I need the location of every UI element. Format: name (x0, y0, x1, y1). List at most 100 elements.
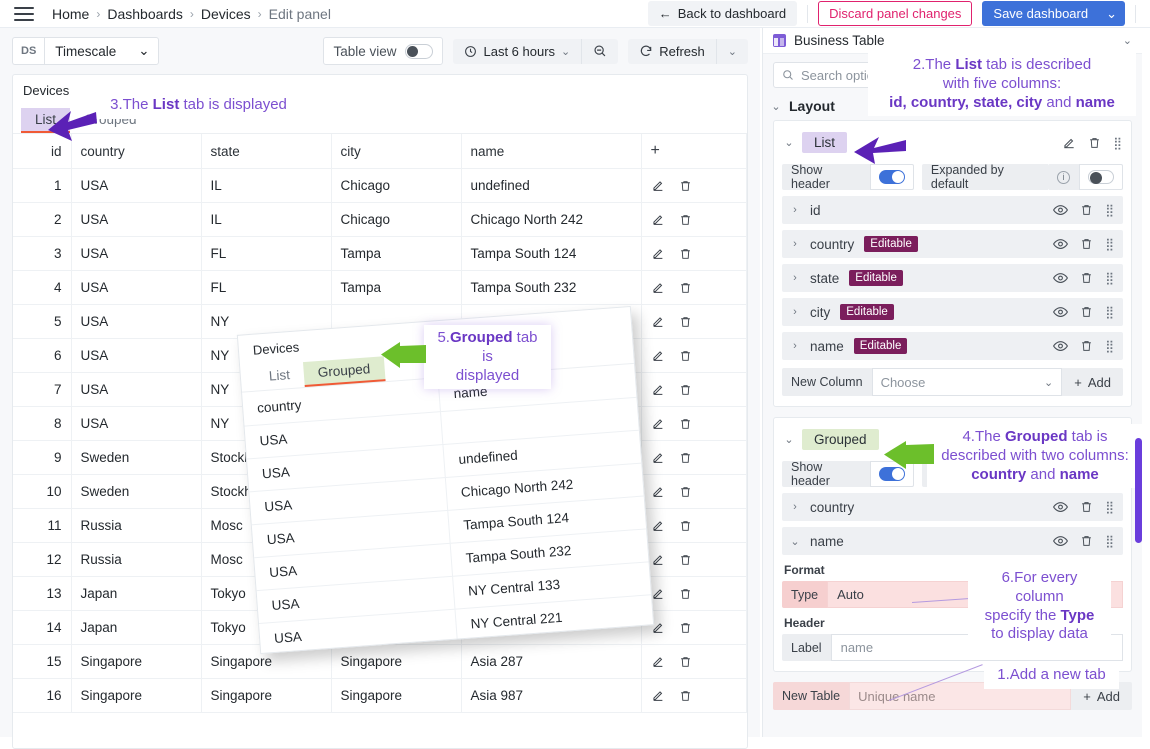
refresh-button[interactable]: Refresh (628, 38, 716, 64)
hamburger-icon[interactable] (14, 6, 34, 21)
drag-handle-icon[interactable]: ⣿ (1113, 136, 1122, 150)
edit-icon[interactable] (651, 281, 665, 295)
trash-icon[interactable] (1080, 500, 1093, 514)
trash-icon[interactable] (1080, 339, 1093, 353)
expanded-by-default-toggle[interactable] (1079, 164, 1123, 190)
trash-icon[interactable] (1080, 203, 1093, 217)
edit-icon[interactable] (651, 519, 665, 533)
trash-icon[interactable] (679, 587, 692, 601)
trash-icon[interactable] (679, 281, 692, 295)
trash-icon[interactable] (679, 417, 692, 431)
chevron-right-icon[interactable]: › (790, 204, 800, 216)
edit-icon[interactable] (651, 451, 665, 465)
trash-icon[interactable] (679, 519, 692, 533)
trash-icon[interactable] (679, 485, 692, 499)
sidebar-scrollbar[interactable] (1135, 438, 1142, 543)
eye-icon[interactable] (1053, 306, 1069, 318)
overlay-tab-list[interactable]: List (254, 362, 305, 391)
edit-icon[interactable] (651, 485, 665, 499)
drag-handle-icon[interactable]: ⣿ (1105, 305, 1114, 319)
edit-icon[interactable] (651, 417, 665, 431)
eye-icon[interactable] (1053, 340, 1069, 352)
trash-icon[interactable] (1080, 534, 1093, 548)
table-view-switch[interactable] (405, 43, 434, 59)
trash-icon[interactable] (679, 689, 692, 703)
visualization-picker[interactable]: Business Table ⌄ (763, 28, 1142, 54)
edit-icon[interactable] (651, 349, 665, 363)
save-dashboard-button[interactable]: Save dashboard (982, 1, 1100, 26)
table-row[interactable]: 1 USA IL Chicago undefined (13, 168, 747, 203)
breadcrumb-item-devices[interactable]: Devices (201, 6, 251, 22)
chevron-right-icon[interactable]: › (790, 501, 800, 513)
eye-icon[interactable] (1053, 535, 1069, 547)
trash-icon[interactable] (679, 655, 692, 669)
zoom-out-button[interactable] (582, 38, 619, 64)
edit-icon[interactable] (651, 587, 665, 601)
time-range-picker[interactable]: Last 6 hours ⌄ (453, 38, 582, 64)
eye-icon[interactable] (1053, 272, 1069, 284)
edit-icon[interactable] (651, 689, 665, 703)
list-column-city[interactable]: › city Editable ⣿ (782, 298, 1123, 326)
trash-icon[interactable] (1080, 237, 1093, 251)
grouped-column-name[interactable]: ⌄ name ⣿ (782, 527, 1123, 555)
table-row[interactable]: 15 Singapore Singapore Singapore Asia 287 (13, 644, 747, 679)
datasource-picker[interactable]: DS Timescale ⌄ (12, 37, 159, 65)
chevron-down-icon[interactable]: ⌄ (790, 535, 800, 548)
new-column-select[interactable]: Choose ⌄ (871, 368, 1063, 396)
grouped-tab-chip[interactable]: Grouped (802, 429, 879, 450)
drag-handle-icon[interactable]: ⣿ (1105, 271, 1114, 285)
discard-panel-changes-button[interactable]: Discard panel changes (818, 1, 973, 26)
table-col-city[interactable]: city (331, 134, 462, 169)
table-row[interactable]: 4 USA FL Tampa Tampa South 232 (13, 270, 747, 305)
edit-icon[interactable] (651, 383, 665, 397)
list-tab-chip[interactable]: List (802, 132, 848, 153)
edit-icon[interactable] (1062, 136, 1076, 150)
back-to-dashboard-button[interactable]: ← Back to dashboard (647, 1, 798, 26)
table-row[interactable]: 16 Singapore Singapore Singapore Asia 987 (13, 678, 747, 713)
add-column-button[interactable]: + Add (1062, 368, 1123, 396)
trash-icon[interactable] (1088, 136, 1101, 150)
trash-icon[interactable] (1080, 305, 1093, 319)
trash-icon[interactable] (679, 621, 692, 635)
drag-handle-icon[interactable]: ⣿ (1105, 203, 1114, 217)
chevron-right-icon[interactable]: › (790, 272, 800, 284)
info-icon-wrap[interactable]: i (1048, 164, 1079, 190)
table-col-name[interactable]: name (461, 134, 642, 169)
chevron-right-icon[interactable]: › (790, 340, 800, 352)
trash-icon[interactable] (1080, 271, 1093, 285)
eye-icon[interactable] (1053, 501, 1069, 513)
save-dashboard-caret-icon[interactable]: ⌄ (1098, 1, 1125, 26)
chevron-down-icon[interactable]: ⌄ (1123, 34, 1132, 47)
edit-icon[interactable] (651, 247, 665, 261)
list-column-country[interactable]: › country Editable ⣿ (782, 230, 1123, 258)
edit-icon[interactable] (651, 553, 665, 567)
table-row[interactable]: 3 USA FL Tampa Tampa South 124 (13, 236, 747, 271)
trash-icon[interactable] (679, 213, 692, 227)
add-row-button[interactable]: + (641, 134, 747, 169)
list-tab-header[interactable]: ⌄ List ⣿ (782, 129, 1123, 156)
list-column-id[interactable]: › id ⣿ (782, 196, 1123, 224)
list-column-state[interactable]: › state Editable ⣿ (782, 264, 1123, 292)
edit-icon[interactable] (651, 179, 665, 193)
edit-icon[interactable] (651, 655, 665, 669)
list-column-name[interactable]: › name Editable ⣿ (782, 332, 1123, 360)
trash-icon[interactable] (679, 553, 692, 567)
eye-icon[interactable] (1053, 238, 1069, 250)
table-col-state[interactable]: state (201, 134, 332, 169)
refresh-interval-caret-icon[interactable]: ⌄ (716, 38, 748, 64)
table-view-toggle[interactable]: Table view (323, 37, 444, 65)
chevron-down-icon[interactable]: ⌄ (784, 433, 794, 446)
trash-icon[interactable] (679, 179, 692, 193)
datasource-select[interactable]: Timescale ⌄ (44, 37, 159, 65)
trash-icon[interactable] (679, 315, 692, 329)
edit-icon[interactable] (651, 315, 665, 329)
breadcrumb-item-home[interactable]: Home (52, 6, 89, 22)
trash-icon[interactable] (679, 247, 692, 261)
grouped-column-country[interactable]: › country ⣿ (782, 493, 1123, 521)
chevron-down-icon[interactable]: ⌄ (784, 136, 794, 149)
chevron-right-icon[interactable]: › (790, 238, 800, 250)
trash-icon[interactable] (679, 383, 692, 397)
drag-handle-icon[interactable]: ⣿ (1105, 534, 1114, 548)
eye-icon[interactable] (1053, 204, 1069, 216)
edit-icon[interactable] (651, 213, 665, 227)
